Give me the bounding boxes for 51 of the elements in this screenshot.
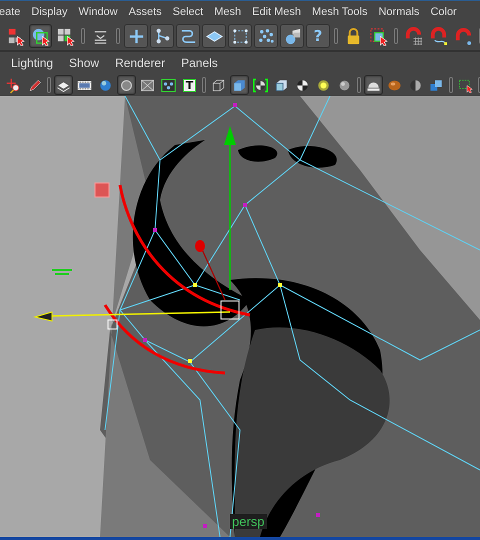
glyph-icon: ? <box>314 28 322 44</box>
tool-button[interactable] <box>280 24 304 48</box>
menu-item[interactable]: Renderer <box>115 56 166 70</box>
menu-item[interactable]: Lighting <box>11 56 54 70</box>
tool-button[interactable] <box>29 24 52 48</box>
glyph-icon: T <box>182 78 196 92</box>
toolbar-handle[interactable] <box>334 28 338 44</box>
node-graph-icon <box>161 76 176 94</box>
toolbar-handle[interactable] <box>449 77 453 93</box>
menu-item[interactable]: Select <box>172 6 204 18</box>
toolbar-handle[interactable] <box>202 77 206 93</box>
tool-button[interactable] <box>228 24 252 48</box>
grid-cursor-icon <box>56 26 75 46</box>
tool-button[interactable] <box>54 75 73 95</box>
checker-ball-bracket-icon <box>253 76 268 94</box>
menu-item[interactable]: Show <box>69 56 100 70</box>
tool-button[interactable] <box>124 24 148 48</box>
tool-button[interactable] <box>364 75 383 95</box>
tool-button[interactable] <box>230 75 249 95</box>
magnet-grid-icon <box>404 26 423 46</box>
menu-item[interactable]: Normals <box>378 6 420 18</box>
toolbar-handle[interactable] <box>116 28 120 44</box>
toolbar-handle[interactable] <box>47 77 51 93</box>
menu-item[interactable]: Mesh <box>214 6 242 18</box>
toolbar-handle[interactable] <box>357 77 361 93</box>
tool-button[interactable] <box>150 24 174 48</box>
tool-button[interactable] <box>202 24 226 48</box>
menu-item[interactable]: Edit Mesh <box>252 6 302 18</box>
menu-item[interactable]: Window <box>78 6 118 18</box>
tool-button[interactable] <box>254 24 278 48</box>
tool-button[interactable] <box>117 75 136 95</box>
menu-item[interactable]: Assets <box>128 6 162 18</box>
toolbar-handle[interactable] <box>394 28 398 44</box>
menu-item[interactable]: Panels <box>181 56 218 70</box>
marquee-cursor-icon <box>369 26 388 46</box>
toolbar-handle[interactable] <box>81 28 85 44</box>
tool-button[interactable]: ? <box>306 24 330 48</box>
magnet-curve-icon <box>429 26 448 46</box>
menu-item[interactable]: Color <box>430 6 457 18</box>
sphere-cursor-icon <box>31 26 50 46</box>
menu-item[interactable]: Display <box>31 6 68 18</box>
menu-item[interactable]: Mesh Tools <box>312 6 368 18</box>
viewport-scene-drawing[interactable] <box>33 96 480 537</box>
camera-name: persp <box>230 514 267 529</box>
hierarchy-cursor-icon <box>6 26 25 46</box>
move-magnifier-icon <box>6 76 21 94</box>
tool-button[interactable]: T <box>180 75 199 95</box>
magnet-point-icon <box>454 26 473 46</box>
tool-button[interactable] <box>176 24 200 48</box>
particles-icon <box>256 26 276 46</box>
bounding-box-icon <box>230 26 250 46</box>
